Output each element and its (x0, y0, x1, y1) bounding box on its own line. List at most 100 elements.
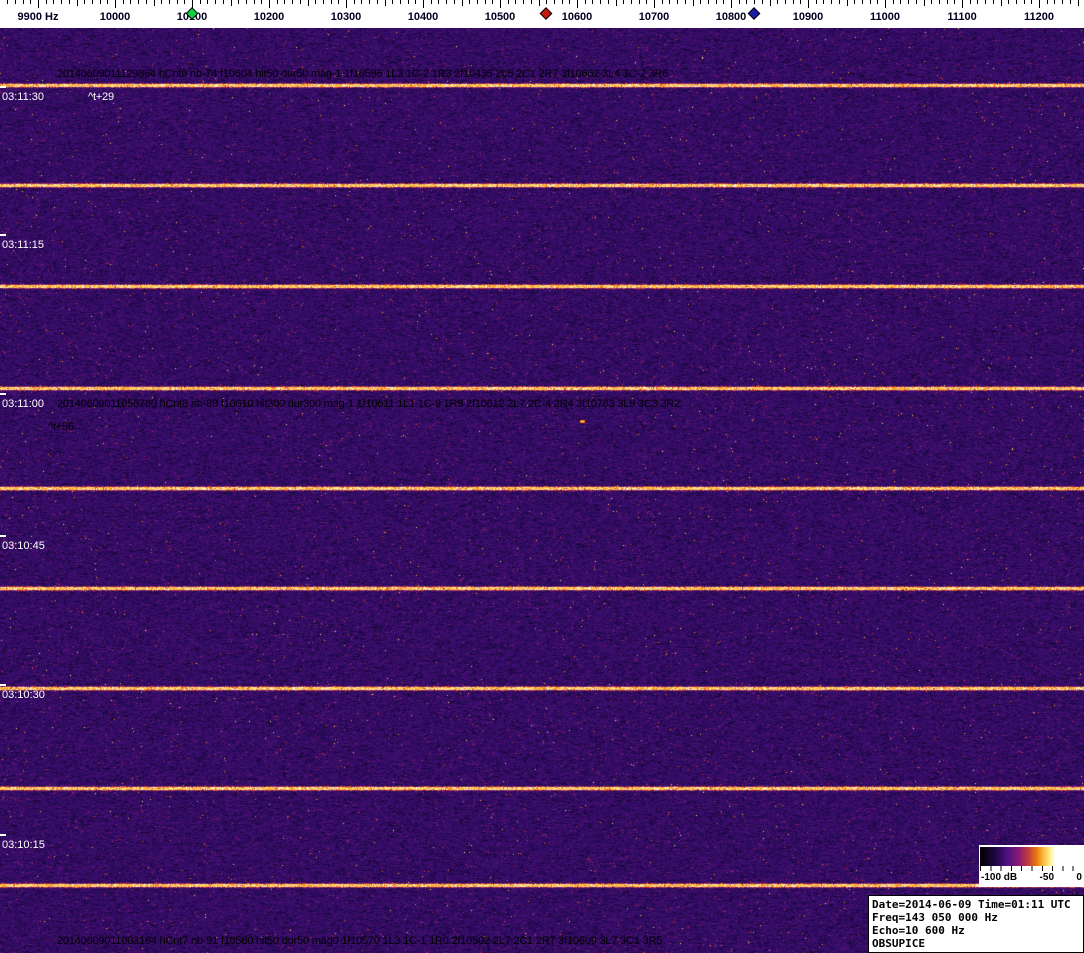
ruler-tick (831, 0, 833, 4)
ruler-tick (269, 0, 270, 8)
ruler-tick (769, 0, 771, 6)
ruler-tick (962, 0, 963, 8)
ruler-tick (361, 0, 363, 4)
ruler-tick (969, 0, 971, 4)
ruler-tick (1077, 0, 1079, 6)
ruler-tick (761, 0, 763, 4)
ruler-tick (607, 0, 609, 4)
ruler-tick (777, 0, 779, 4)
ruler-tick (584, 0, 586, 4)
info-frequency: Freq=143 050 000 Hz (872, 911, 998, 924)
ruler-tick (484, 0, 486, 4)
ruler-tick (423, 0, 424, 8)
red-diamond-marker-icon[interactable] (539, 7, 553, 20)
color-scale-max-label: 0 (1076, 872, 1082, 883)
ruler-tick (492, 0, 494, 4)
ruler-tick (515, 0, 517, 4)
ruler-tick (1000, 0, 1002, 6)
spectrogram-canvas (0, 28, 1084, 953)
ruler-tick (99, 0, 101, 4)
ruler-tick (931, 0, 933, 4)
ruler-frequency-label: 10700 (638, 11, 670, 23)
ruler-tick (38, 0, 39, 8)
ruler-tick (838, 0, 840, 4)
ruler-tick (615, 0, 617, 6)
ruler-tick (569, 0, 571, 4)
ruler-tick (500, 0, 501, 8)
ruler-tick (7, 0, 9, 4)
ruler-tick (800, 0, 802, 4)
ruler-tick (723, 0, 725, 4)
ruler-tick (238, 0, 240, 4)
ruler-tick (592, 0, 594, 4)
ruler-tick (45, 0, 47, 4)
ruler-tick (908, 0, 910, 4)
ruler-tick (877, 0, 879, 4)
ruler-tick (638, 0, 640, 4)
ruler-tick (630, 0, 632, 4)
ruler-tick (407, 0, 409, 4)
ruler-tick (954, 0, 956, 4)
ruler-tick (68, 0, 70, 4)
ruler-tick (476, 0, 478, 4)
ruler-tick (754, 0, 756, 4)
ruler-tick (1015, 0, 1017, 4)
ruler-tick (507, 0, 509, 4)
ruler-tick (145, 0, 147, 4)
meteor-spectrogram-page: 9900 Hz100001010010200103001040010500106… (0, 0, 1084, 953)
ruler-tick (53, 0, 55, 4)
color-scale-mid-label: -50 (1039, 872, 1054, 883)
ruler-tick (792, 0, 794, 4)
ruler-frequency-label: 10400 (407, 11, 439, 23)
ruler-tick (553, 0, 555, 4)
ruler-tick (646, 0, 648, 4)
ruler-frequency-label: 11100 (947, 11, 977, 23)
ruler-tick (338, 0, 340, 4)
ruler-tick (1046, 0, 1048, 4)
ruler-tick (669, 0, 671, 4)
ruler-tick (138, 0, 140, 4)
ruler-tick (130, 0, 132, 4)
ruler-tick (692, 0, 694, 6)
ruler-tick (1069, 0, 1071, 4)
frequency-ruler: 9900 Hz100001010010200103001040010500106… (0, 0, 1084, 28)
ruler-tick (746, 0, 748, 4)
ruler-tick (415, 0, 417, 4)
ruler-tick (546, 0, 548, 4)
ruler-frequency-label: 10200 (253, 11, 285, 23)
ruler-tick (861, 0, 863, 4)
ruler-tick (731, 0, 732, 8)
ruler-tick (661, 0, 663, 4)
ruler-tick (299, 0, 301, 4)
ruler-tick (399, 0, 401, 4)
ruler-frequency-label: 10000 (99, 11, 131, 23)
color-scale-legend: -100 dB -50 0 (979, 845, 1084, 887)
ruler-tick (230, 0, 232, 6)
ruler-tick (530, 0, 532, 4)
ruler-tick (900, 0, 902, 4)
ruler-tick (938, 0, 940, 4)
ruler-tick (823, 0, 825, 4)
ruler-tick (1008, 0, 1010, 4)
ruler-tick (315, 0, 317, 4)
ruler-tick (153, 0, 155, 6)
ruler-tick (168, 0, 170, 4)
ruler-tick (176, 0, 178, 4)
ruler-tick (707, 0, 709, 4)
ruler-frequency-label: 10600 (561, 11, 593, 23)
info-date-time: Date=2014-06-09 Time=01:11 UTC (872, 898, 1071, 911)
ruler-tick (30, 0, 32, 4)
ruler-frequency-label: 10900 (792, 11, 824, 23)
ruler-tick (438, 0, 440, 4)
ruler-tick (461, 0, 463, 6)
ruler-tick (538, 0, 540, 6)
color-scale-min-label: -100 dB (981, 872, 1018, 883)
blue-diamond-marker-icon[interactable] (747, 7, 761, 20)
ruler-tick (892, 0, 894, 4)
ruler-tick (700, 0, 702, 4)
ruler-tick (561, 0, 563, 4)
ruler-frequency-label: 10800 (715, 11, 747, 23)
ruler-tick (207, 0, 209, 4)
ruler-tick (369, 0, 371, 4)
ruler-tick (523, 0, 525, 4)
